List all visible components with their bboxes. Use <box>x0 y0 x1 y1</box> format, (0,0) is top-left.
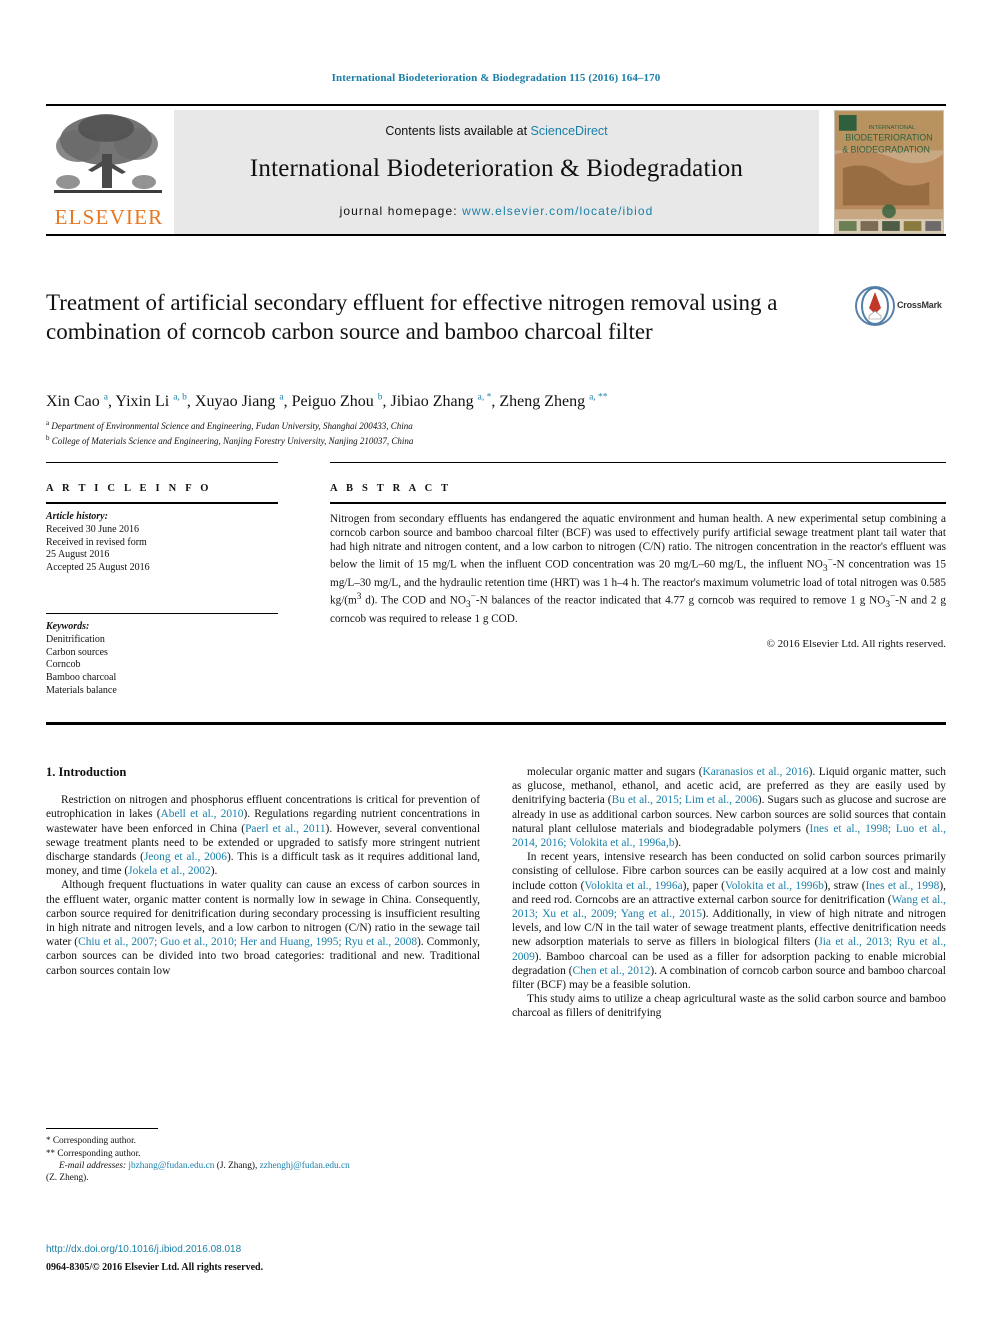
footnote-block: * Corresponding author. ** Corresponding… <box>46 1134 480 1184</box>
doi-link[interactable]: http://dx.doi.org/10.1016/j.ibiod.2016.0… <box>46 1244 486 1255</box>
section-divider <box>46 722 946 725</box>
elsevier-wordmark: ELSEVIER <box>54 205 164 229</box>
contents-available-line: Contents lists available at ScienceDirec… <box>174 110 819 138</box>
keyword-item: Materials balance <box>46 684 117 696</box>
journal-title: International Biodeterioration & Biodegr… <box>249 155 744 182</box>
keyword-item: Corncob <box>46 659 81 671</box>
body-column-right: molecular organic matter and sugars (Kar… <box>512 765 946 1021</box>
paragraph: Restriction on nitrogen and phosphorus e… <box>46 794 481 878</box>
paragraph: Although frequent fluctuations in water … <box>46 879 481 977</box>
article-history-label: Article history: <box>46 511 108 522</box>
homepage-url-link[interactable]: www.elsevier.com/locate/ibiod <box>462 204 653 218</box>
keyword-item: Carbon sources <box>46 646 108 658</box>
affiliation-a: a Department of Environmental Science an… <box>46 419 413 431</box>
article-history: Article history: Received 30 June 2016 R… <box>46 504 278 575</box>
abstract-block: A B S T R A C T Nitrogen from secondary … <box>330 462 946 650</box>
email-label: E-mail addresses: <box>59 1161 127 1171</box>
keywords-block: Keywords: Denitrification Carbon sources… <box>46 614 278 698</box>
article-info-block: A R T I C L E I N F O Article history: R… <box>46 462 278 698</box>
crossmark-label: CrossMark <box>897 300 942 310</box>
introduction-heading: 1. Introduction <box>46 765 127 779</box>
author-list: Xin Cao a, Yixin Li a, b, Xuyao Jiang a,… <box>46 393 926 411</box>
journal-cover-thumbnail: INTERNATIONAL BIODETERIORATION & BIODEGR… <box>834 110 944 234</box>
journal-homepage-line: journal homepage: www.elsevier.com/locat… <box>174 204 819 218</box>
cover-image: INTERNATIONAL BIODETERIORATION & BIODEGR… <box>835 111 943 233</box>
svg-text:INTERNATIONAL: INTERNATIONAL <box>869 125 916 131</box>
abstract-heading: A B S T R A C T <box>330 483 452 494</box>
abstract-copyright: © 2016 Elsevier Ltd. All rights reserved… <box>766 637 946 650</box>
contents-prefix: Contents lists available at <box>385 124 531 138</box>
svg-text:BIODETERIORATION: BIODETERIORATION <box>845 133 932 143</box>
keywords-label: Keywords: <box>46 620 90 632</box>
journal-masthead: ELSEVIER Contents lists available at Sci… <box>46 104 946 236</box>
paragraph: This study aims to utilize a cheap agric… <box>512 993 946 1020</box>
elsevier-logo: ELSEVIER <box>48 110 170 234</box>
email-link-2[interactable]: zzhenghj@fudan.edu.cn <box>260 1161 350 1171</box>
email-link-1[interactable]: jbzhang@fudan.edu.cn <box>128 1161 214 1171</box>
paper-page: International Biodeterioration & Biodegr… <box>0 0 992 1323</box>
authors-inline: Xin Cao a, Yixin Li a, b, Xuyao Jiang a,… <box>46 393 608 411</box>
history-item: 25 August 2016 <box>46 549 110 561</box>
crossmark-badge[interactable]: CrossMark <box>855 286 947 332</box>
elsevier-tree-icon <box>54 114 162 193</box>
body-column-left: 1. Introduction Restriction on nitrogen … <box>46 765 480 978</box>
keyword-item: Denitrification <box>46 633 105 645</box>
abstract-text: Nitrogen from secondary effluents has en… <box>330 513 946 625</box>
crossmark-icon <box>855 286 895 326</box>
history-item: Accepted 25 August 2016 <box>46 562 150 574</box>
email-owner-2: (Z. Zheng). <box>46 1173 89 1183</box>
history-item: Received in revised form <box>46 536 147 548</box>
homepage-prefix: journal homepage: <box>339 204 463 218</box>
history-item: Received 30 June 2016 <box>46 523 140 535</box>
running-head: International Biodeterioration & Biodegr… <box>331 72 661 84</box>
sciencedirect-link[interactable]: ScienceDirect <box>531 124 608 138</box>
corresponding-author-2: ** Corresponding author. <box>46 1148 141 1159</box>
email-owner-1: (J. Zhang), <box>216 1161 258 1171</box>
keyword-item: Bamboo charcoal <box>46 672 117 684</box>
footnote-rule <box>46 1128 158 1129</box>
affiliation-b: b College of Materials Science and Engin… <box>46 433 414 446</box>
corresponding-author-1: * Corresponding author. <box>46 1135 136 1146</box>
paragraph: molecular organic matter and sugars (Kar… <box>512 766 947 850</box>
article-info-heading: A R T I C L E I N F O <box>46 483 212 494</box>
issn-copyright-line: 0964-8305/© 2016 Elsevier Ltd. All right… <box>46 1262 264 1273</box>
article-title: Treatment of artificial secondary efflue… <box>46 290 778 344</box>
paragraph: In recent years, intensive research has … <box>512 851 946 992</box>
svg-text:& BIODEGRADATION: & BIODEGRADATION <box>842 144 930 154</box>
email-addresses: E-mail addresses: jbzhang@fudan.edu.cn (… <box>46 1160 480 1172</box>
affiliations: a Department of Environmental Science an… <box>46 418 746 447</box>
masthead-center: Contents lists available at ScienceDirec… <box>174 110 819 234</box>
